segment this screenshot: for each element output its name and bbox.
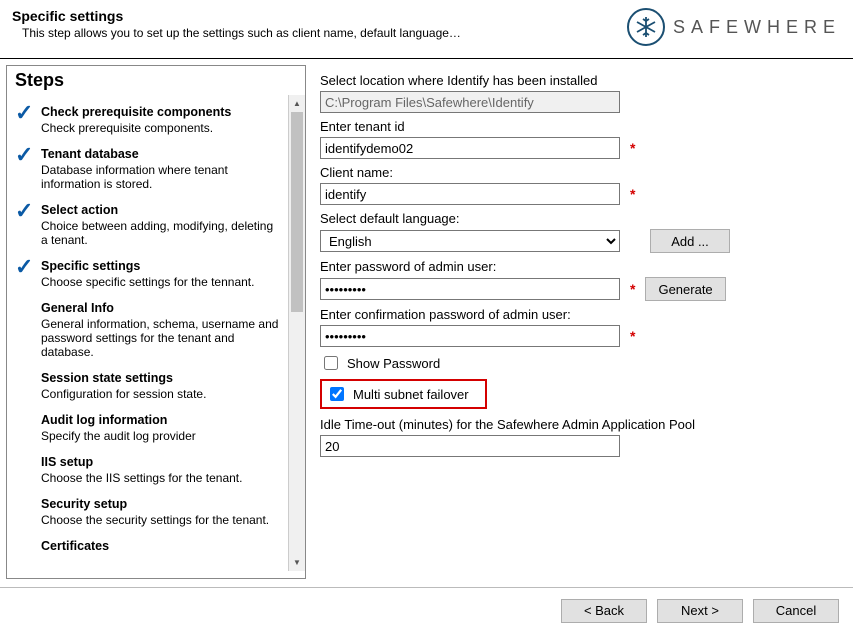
check-icon: ✓	[15, 105, 35, 135]
check-icon	[15, 301, 35, 359]
next-button[interactable]: Next >	[657, 599, 743, 623]
confirm-password-input[interactable]	[320, 325, 620, 347]
multi-subnet-label: Multi subnet failover	[353, 387, 469, 402]
step-desc: Choose specific settings for the tennant…	[41, 275, 254, 289]
step-desc: Choose the security settings for the ten…	[41, 513, 269, 527]
page-subtitle: This step allows you to set up the setti…	[12, 26, 461, 40]
check-icon	[15, 413, 35, 443]
idle-timeout-label: Idle Time-out (minutes) for the Safewher…	[320, 417, 839, 432]
scrollbar[interactable]: ▲ ▼	[288, 95, 305, 571]
step-item[interactable]: ✓ Specific settings Choose specific settin…	[13, 253, 285, 295]
step-title: Check prerequisite components	[41, 105, 231, 119]
step-desc: Configuration for session state.	[41, 387, 206, 401]
step-item[interactable]: ✓ Check prerequisite components Check prer…	[13, 99, 285, 141]
required-icon: *	[630, 328, 635, 344]
cancel-button[interactable]: Cancel	[753, 599, 839, 623]
step-item[interactable]: Security setup Choose the security settin…	[13, 491, 285, 533]
brand: SAFEWHERE	[627, 8, 841, 46]
check-icon	[15, 539, 35, 555]
step-item[interactable]: Audit log information Specify the audit l…	[13, 407, 285, 449]
step-desc: General information, schema, username an…	[41, 317, 283, 359]
language-label: Select default language:	[320, 211, 839, 226]
client-label: Client name:	[320, 165, 839, 180]
client-input[interactable]	[320, 183, 620, 205]
tenant-input[interactable]	[320, 137, 620, 159]
scroll-up-icon[interactable]: ▲	[289, 95, 305, 112]
multi-subnet-highlight: Multi subnet failover	[320, 379, 487, 409]
multi-subnet-checkbox[interactable]	[330, 387, 344, 401]
step-title: Audit log information	[41, 413, 196, 427]
generate-button[interactable]: Generate	[645, 277, 725, 301]
scroll-thumb[interactable]	[291, 112, 303, 312]
step-title: Tenant database	[41, 147, 283, 161]
step-item[interactable]: General Info General information, schema,…	[13, 295, 285, 365]
step-item[interactable]: ✓ Select action Choice between adding, mod…	[13, 197, 285, 253]
step-desc: Choose the IIS settings for the tenant.	[41, 471, 242, 485]
add-button[interactable]: Add ...	[650, 229, 730, 253]
password-input[interactable]	[320, 278, 620, 300]
required-icon: *	[630, 186, 635, 202]
idle-timeout-input[interactable]	[320, 435, 620, 457]
step-desc: Choice between adding, modifying, deleti…	[41, 219, 283, 247]
check-icon: ✓	[15, 203, 35, 247]
brand-text: SAFEWHERE	[673, 17, 841, 38]
step-desc: Specify the audit log provider	[41, 429, 196, 443]
check-icon	[15, 497, 35, 527]
location-input	[320, 91, 620, 113]
location-label: Select location where Identify has been …	[320, 73, 839, 88]
step-item[interactable]: ✓ Tenant database Database information whe…	[13, 141, 285, 197]
snowflake-icon	[627, 8, 665, 46]
step-item[interactable]: Certificates	[13, 533, 285, 561]
form-panel: Select location where Identify has been …	[306, 59, 853, 585]
step-item[interactable]: IIS setup Choose the IIS settings for the…	[13, 449, 285, 491]
step-title: Select action	[41, 203, 283, 217]
password-label: Enter password of admin user:	[320, 259, 839, 274]
step-title: Session state settings	[41, 371, 206, 385]
check-icon: ✓	[15, 147, 35, 191]
check-icon	[15, 371, 35, 401]
scroll-track[interactable]	[289, 112, 305, 554]
show-password-checkbox[interactable]	[324, 356, 338, 370]
check-icon	[15, 455, 35, 485]
steps-title: Steps	[7, 66, 305, 95]
step-title: Specific settings	[41, 259, 254, 273]
show-password-label: Show Password	[347, 356, 440, 371]
confirm-password-label: Enter confirmation password of admin use…	[320, 307, 839, 322]
scroll-down-icon[interactable]: ▼	[289, 554, 305, 571]
footer: < Back Next > Cancel	[0, 587, 853, 633]
check-icon: ✓	[15, 259, 35, 289]
step-item[interactable]: Session state settings Configuration for …	[13, 365, 285, 407]
step-title: Security setup	[41, 497, 269, 511]
required-icon: *	[630, 140, 635, 156]
required-icon: *	[630, 281, 635, 297]
steps-panel: Steps ✓ Check prerequisite components Chec…	[6, 65, 306, 579]
step-title: General Info	[41, 301, 283, 315]
step-desc: Check prerequisite components.	[41, 121, 231, 135]
back-button[interactable]: < Back	[561, 599, 647, 623]
tenant-label: Enter tenant id	[320, 119, 839, 134]
step-title: Certificates	[41, 539, 109, 553]
header: Specific settings This step allows you t…	[0, 0, 853, 59]
language-select[interactable]: English	[320, 230, 620, 252]
step-title: IIS setup	[41, 455, 242, 469]
page-title: Specific settings	[12, 8, 461, 24]
step-desc: Database information where tenant inform…	[41, 163, 283, 191]
